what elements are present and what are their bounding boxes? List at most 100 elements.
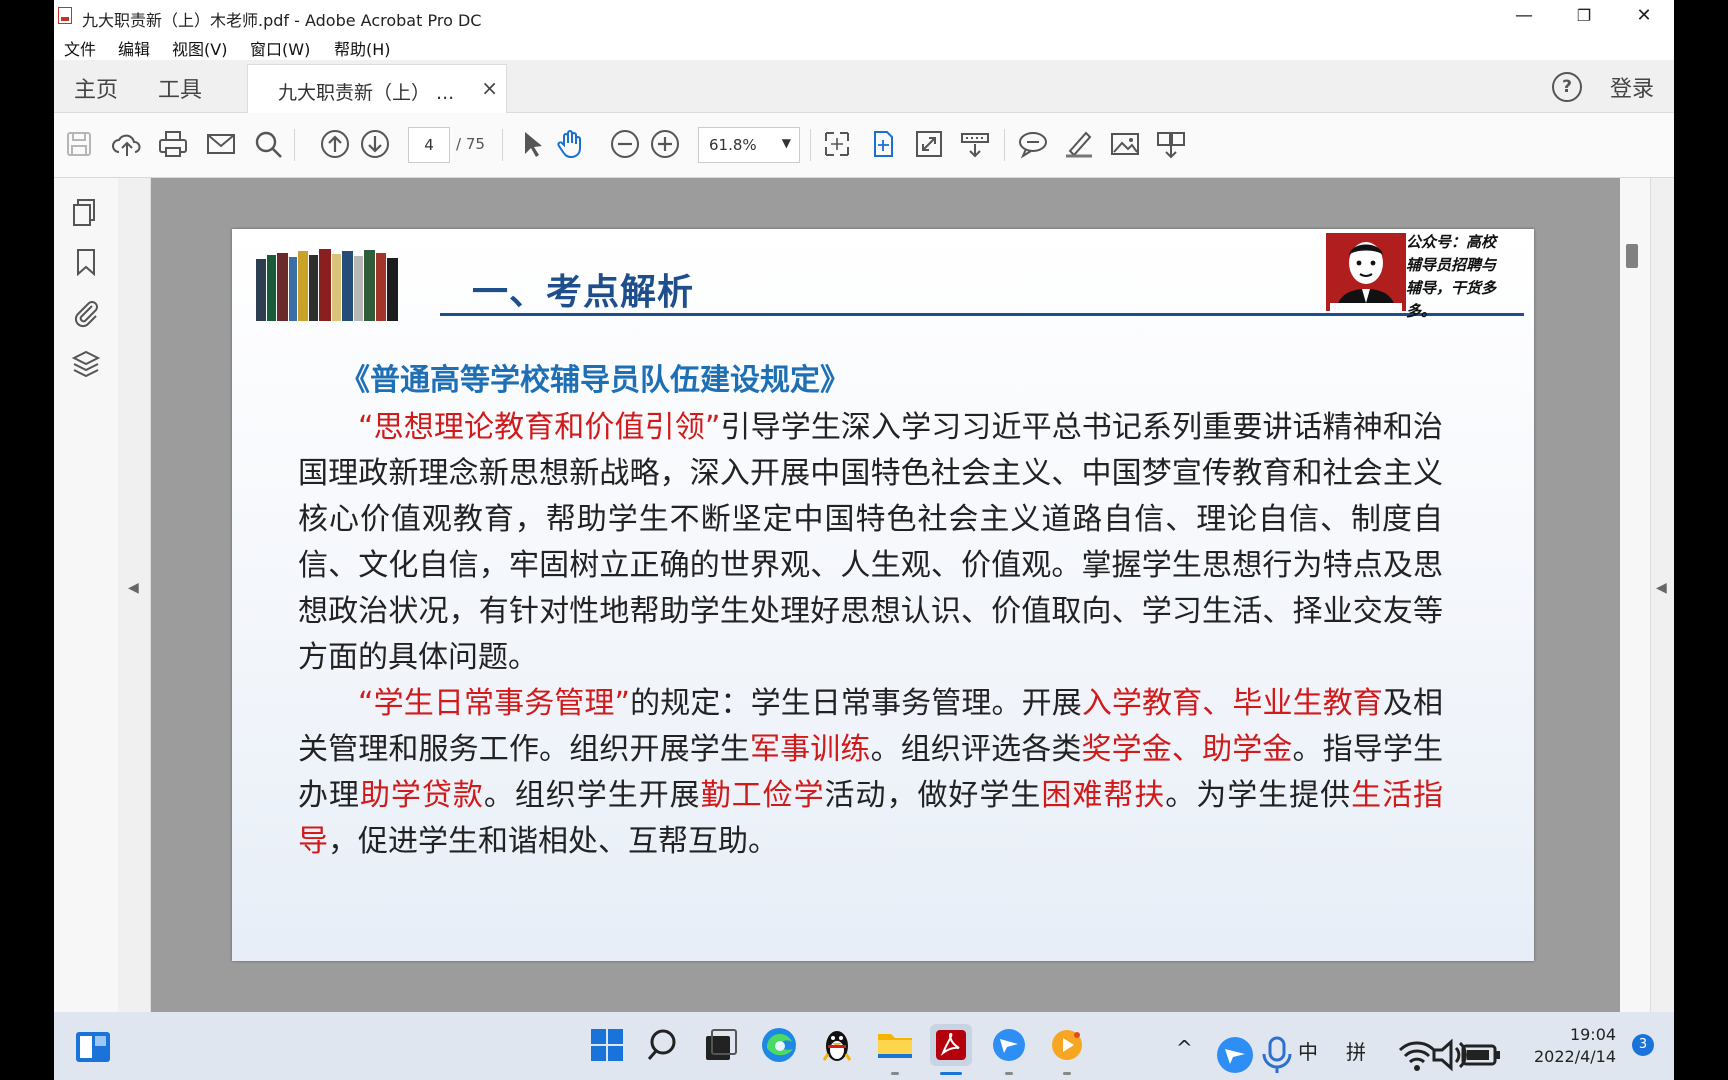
tab-home[interactable]: 主页	[74, 72, 118, 104]
separator	[502, 129, 503, 161]
help-icon[interactable]: ?	[1552, 72, 1582, 102]
widgets-icon[interactable]	[72, 1026, 112, 1066]
close-window-button[interactable]: ✕	[1614, 2, 1674, 30]
export-icon[interactable]	[1154, 127, 1188, 161]
tab-document-label: 九大职责新（上） ...	[278, 82, 455, 104]
notification-badge[interactable]: 3	[1632, 1034, 1654, 1056]
emphasis-text: 入学教育、毕业生教育	[1081, 686, 1383, 721]
body-text: 的规定：学生日常事务管理。开展	[630, 686, 1082, 721]
ime-chinese-indicator[interactable]: 中	[1298, 1036, 1318, 1065]
zoom-select[interactable]: 61.8% ▼	[698, 127, 800, 163]
chevron-down-icon: ▼	[781, 136, 791, 150]
right-panel-toggle[interactable]: ◀	[1650, 178, 1674, 1012]
zoom-out-icon[interactable]	[608, 127, 642, 161]
full-screen-icon[interactable]	[912, 127, 946, 161]
running-indicator	[891, 1072, 899, 1075]
separator	[1004, 129, 1005, 161]
layers-icon[interactable]	[70, 348, 102, 380]
document-canvas[interactable]: 一、考点解析 公众号：高校辅导员招聘与辅导，干货多多。 《普通高等学校辅导员队伍…	[151, 178, 1621, 1012]
bookmark-icon[interactable]	[70, 246, 102, 278]
scrollbar-thumb[interactable]	[1626, 244, 1638, 268]
microphone-icon[interactable]	[1256, 1034, 1292, 1073]
media-player-icon[interactable]	[1046, 1024, 1088, 1066]
fit-page-icon[interactable]	[820, 127, 854, 161]
volume-icon[interactable]	[1428, 1034, 1467, 1072]
feishu-tray-icon[interactable]	[1214, 1034, 1253, 1073]
toolbar: 4 / 75 61.8% ▼	[54, 113, 1674, 178]
zoom-value: 61.8%	[709, 136, 757, 154]
acrobat-icon[interactable]	[930, 1024, 972, 1066]
close-tab-button[interactable]: ×	[481, 76, 498, 100]
attachment-icon[interactable]	[70, 296, 102, 328]
tab-document[interactable]: 九大职责新（上） ... ×	[247, 64, 507, 113]
books-image	[256, 249, 398, 321]
active-indicator	[940, 1072, 962, 1075]
clock-time: 19:04	[1569, 1025, 1617, 1044]
battery-icon[interactable]	[1460, 1034, 1500, 1066]
taskbar: ^ 中 拼 19:04 2022/4/14 3	[54, 1012, 1674, 1080]
emphasis-text: “学生日常事务管理”	[358, 686, 631, 721]
maximize-button[interactable]: ❐	[1554, 2, 1614, 30]
running-indicator	[1063, 1072, 1071, 1075]
emphasis-text: “思想理论教育和价值引领”	[358, 410, 721, 445]
select-arrow-icon[interactable]	[514, 127, 548, 161]
title-bar: 九大职责新（上）木老师.pdf - Adobe Acrobat Pro DC —…	[54, 0, 1674, 32]
edge-browser-icon[interactable]	[758, 1024, 800, 1066]
page-thumbnails-icon[interactable]	[70, 196, 102, 228]
minimize-button[interactable]: —	[1494, 2, 1554, 30]
body-text: 活动，做好学生	[824, 778, 1042, 813]
qq-penguin-icon[interactable]	[816, 1024, 858, 1066]
wechat-signature: 公众号：高校辅导员招聘与辅导，干货多多。	[1406, 233, 1497, 320]
running-indicator	[1005, 1072, 1013, 1075]
tab-tools[interactable]: 工具	[158, 72, 202, 104]
emphasis-text: 困难帮扶	[1041, 778, 1166, 813]
zoom-in-icon[interactable]	[648, 127, 682, 161]
menu-bar: 文件 编辑 视图(V) 窗口(W) 帮助(H)	[54, 32, 1674, 60]
left-navigation-panel	[54, 178, 119, 1012]
page-number-input[interactable]: 4	[408, 127, 450, 163]
fit-width-icon[interactable]	[866, 127, 900, 161]
next-page-icon[interactable]	[358, 127, 392, 161]
highlight-pen-icon[interactable]	[1062, 127, 1096, 161]
tab-row: 主页 工具 九大职责新（上） ... × ? 登录	[54, 60, 1674, 113]
search-icon[interactable]	[251, 127, 285, 161]
pdf-page: 一、考点解析 公众号：高校辅导员招聘与辅导，干货多多。 《普通高等学校辅导员队伍…	[232, 229, 1534, 961]
body-text: 引导学生深入学习习近平总书记系列重要讲话精神和治国理政新理念新思想新战略，深入开…	[298, 410, 1443, 675]
previous-page-icon[interactable]	[318, 127, 352, 161]
email-icon[interactable]	[204, 127, 238, 161]
comment-icon[interactable]	[1016, 127, 1050, 161]
image-icon[interactable]	[1108, 127, 1142, 161]
hand-tool-icon[interactable]	[554, 127, 588, 161]
left-panel-toggle[interactable]: ◀	[118, 178, 151, 1012]
regulation-title: 《普通高等学校辅导员队伍建设规定》	[340, 363, 850, 398]
body-text: ，促进学生和谐相处、互帮互助。	[328, 824, 778, 859]
body-text: 。为学生提供	[1165, 778, 1352, 813]
chevron-left-icon: ◀	[1656, 580, 1667, 596]
vertical-scrollbar[interactable]	[1620, 178, 1650, 1012]
search-icon[interactable]	[644, 1024, 686, 1066]
menu-view[interactable]: 视图(V)	[172, 36, 227, 60]
print-icon[interactable]	[156, 127, 190, 161]
menu-file[interactable]: 文件	[64, 36, 96, 60]
save-icon[interactable]	[62, 127, 96, 161]
separator	[810, 129, 811, 161]
show-hidden-icons-button[interactable]: ^	[1176, 1036, 1193, 1060]
emphasis-text: 助学贷款	[359, 778, 484, 813]
menu-edit[interactable]: 编辑	[118, 36, 150, 60]
clock[interactable]: 19:04 2022/4/14	[1534, 1024, 1616, 1068]
feishu-bird-icon[interactable]	[988, 1024, 1030, 1066]
menu-window[interactable]: 窗口(W)	[250, 36, 310, 60]
portrait-logo-image	[1326, 233, 1406, 311]
menu-help[interactable]: 帮助(H)	[334, 36, 391, 60]
keyboard-icon[interactable]	[958, 127, 992, 161]
file-explorer-icon[interactable]	[874, 1024, 916, 1066]
login-button[interactable]: 登录	[1610, 71, 1654, 103]
heading-rule	[440, 313, 1524, 316]
emphasis-text: 军事训练	[750, 732, 871, 767]
ime-pinyin-indicator[interactable]: 拼	[1346, 1036, 1366, 1065]
wifi-icon[interactable]	[1396, 1034, 1436, 1071]
task-view-icon[interactable]	[700, 1024, 742, 1066]
pdf-file-icon	[58, 7, 72, 24]
start-windows-icon[interactable]	[586, 1024, 628, 1066]
upload-cloud-icon[interactable]	[110, 127, 144, 161]
